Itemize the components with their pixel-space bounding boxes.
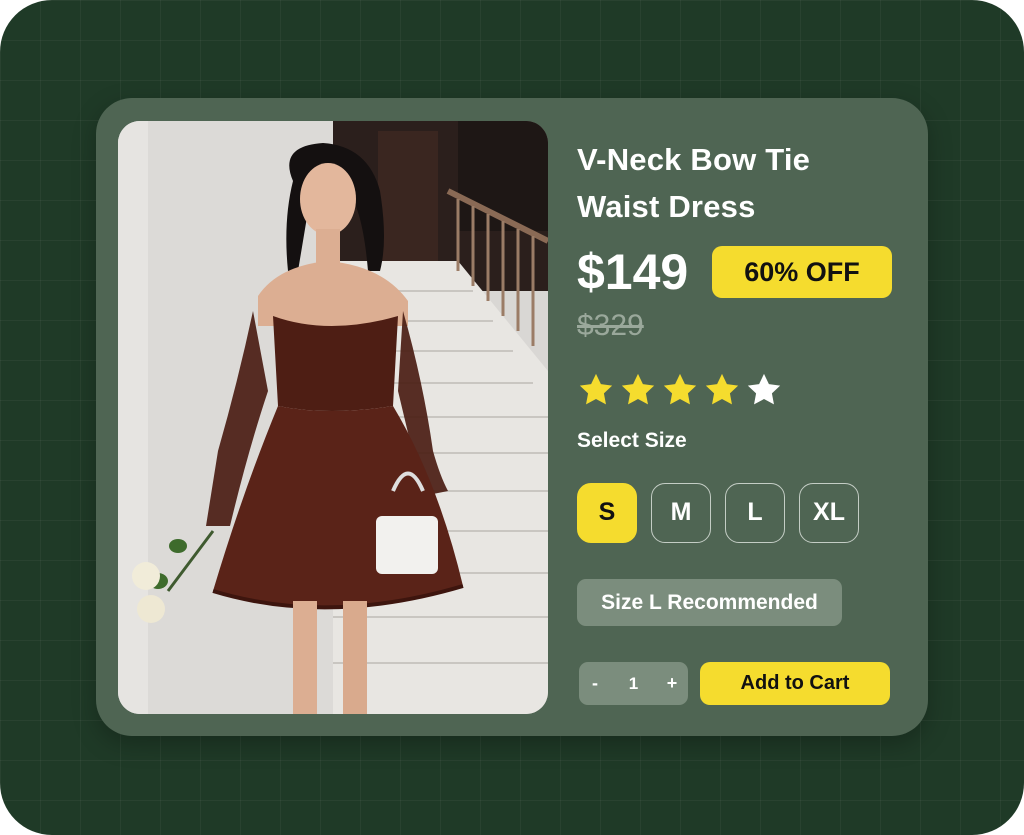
size-option-xl[interactable]: XL [799, 483, 859, 543]
star-icon [621, 373, 655, 405]
quantity-stepper[interactable]: - 1 + [579, 662, 688, 705]
decrement-button[interactable]: - [579, 662, 611, 705]
star-icon [705, 373, 739, 405]
star-icon [663, 373, 697, 405]
select-size-label: Select Size [577, 429, 687, 452]
discount-badge: 60% OFF [712, 246, 892, 298]
add-to-cart-button[interactable]: Add to Cart [700, 662, 890, 705]
app-frame: V-Neck Bow Tie Waist Dress $149 60% OFF … [0, 0, 1024, 835]
product-card: V-Neck Bow Tie Waist Dress $149 60% OFF … [96, 98, 928, 736]
size-option-l[interactable]: L [725, 483, 785, 543]
dress-photo-illustration [118, 121, 548, 714]
star-icon [747, 373, 781, 405]
rating-stars [577, 371, 783, 411]
product-title-line-2: Waist Dress [577, 189, 756, 224]
increment-button[interactable]: + [656, 662, 688, 705]
current-price: $149 [577, 244, 689, 300]
size-option-s[interactable]: S [577, 483, 637, 543]
size-options: S M L XL [577, 483, 859, 543]
product-title-line-1: V-Neck Bow Tie [577, 142, 811, 177]
size-option-m[interactable]: M [651, 483, 711, 543]
quantity-value: 1 [628, 674, 639, 693]
star-icon [579, 373, 613, 405]
product-image[interactable] [118, 121, 548, 714]
original-price: $329 [577, 309, 644, 342]
product-title: V-Neck Bow Tie Waist Dress [577, 136, 897, 230]
size-recommendation: Size L Recommended [577, 579, 842, 626]
